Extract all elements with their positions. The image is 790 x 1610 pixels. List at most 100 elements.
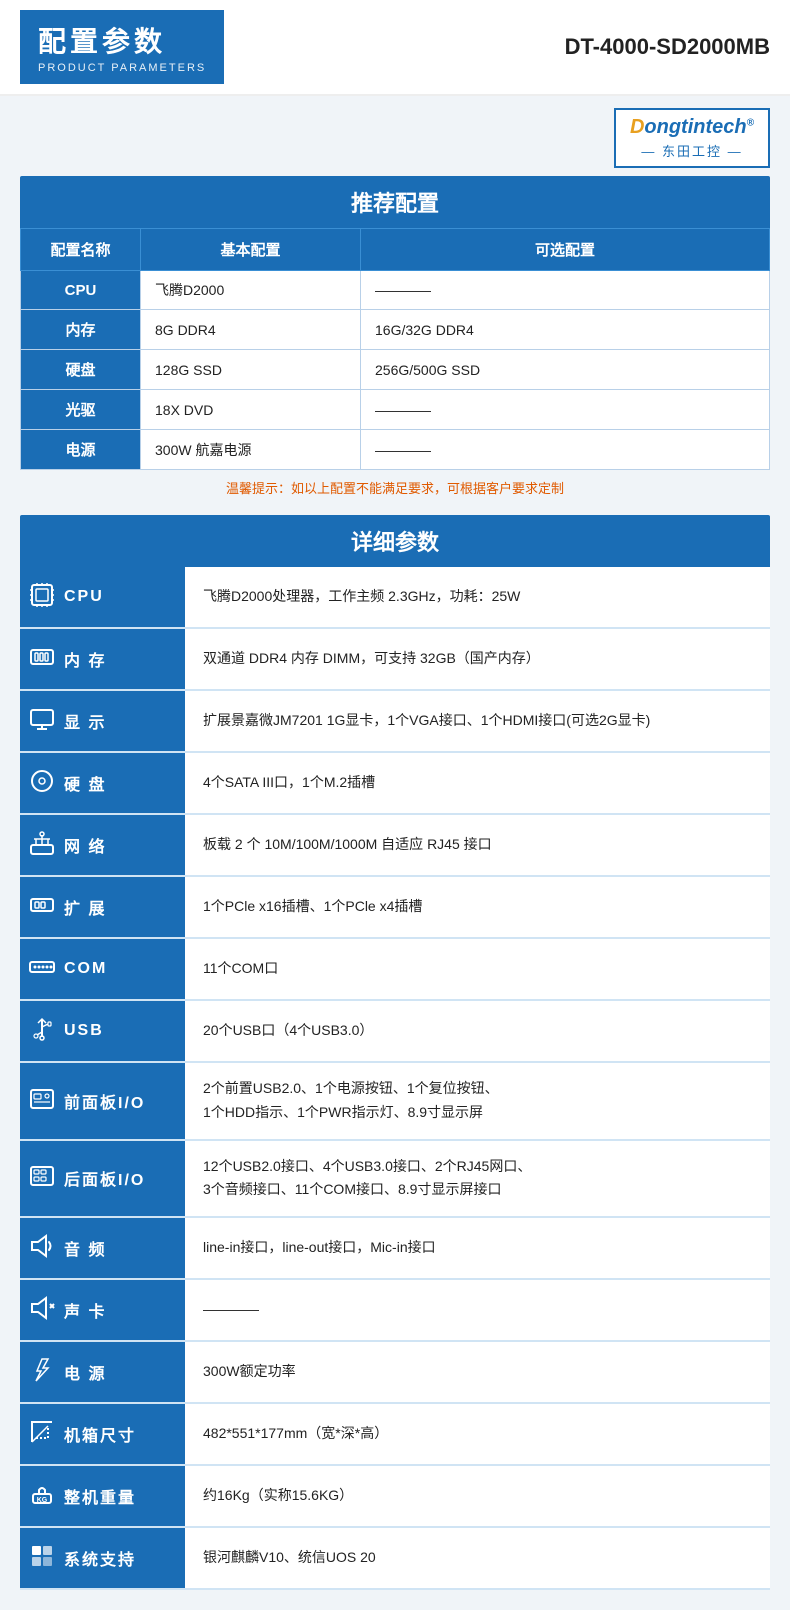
detail-icon <box>28 1162 56 1194</box>
rec-optional: 16G/32G DDR4 <box>361 310 770 350</box>
detail-value: line-in接口，line-out接口，Mic-in接口 <box>185 1217 770 1279</box>
detail-row: CPU 飞腾D2000处理器，工作主频 2.3GHz，功耗：25W <box>20 567 770 628</box>
detail-label-text: 前面板I/O <box>64 1089 145 1113</box>
detail-row: KG 整机重量 约16Kg（实称15.6KG） <box>20 1465 770 1527</box>
detail-value: 1个PCle x16插槽、1个PCle x4插槽 <box>185 876 770 938</box>
col-basic: 基本配置 <box>141 229 361 271</box>
detail-label-cell: CPU <box>20 567 185 628</box>
detail-row: 内 存 双通道 DDR4 内存 DIMM，可支持 32GB（国产内存） <box>20 628 770 690</box>
detail-label-text: 扩 展 <box>64 895 106 919</box>
detail-label-cell: 显 示 <box>20 690 185 752</box>
detail-row: 音 频 line-in接口，line-out接口，Mic-in接口 <box>20 1217 770 1279</box>
rec-label: 内存 <box>21 310 141 350</box>
detail-value: 2个前置USB2.0、1个电源按钮、1个复位按钮、1个HDD指示、1个PWR指示… <box>185 1062 770 1140</box>
detail-label-text: 系统支持 <box>64 1546 136 1570</box>
product-id: DT-4000-SD2000MB <box>565 34 770 60</box>
detail-label-cell: 扩 展 <box>20 876 185 938</box>
detail-row: USB 20个USB口（4个USB3.0） <box>20 1000 770 1062</box>
detail-icon <box>28 705 56 737</box>
rec-optional: ———— <box>361 390 770 430</box>
rec-optional: 256G/500G SSD <box>361 350 770 390</box>
detail-label-cell: 网 络 <box>20 814 185 876</box>
detail-icon <box>28 1294 56 1326</box>
rec-basic: 飞腾D2000 <box>141 271 361 310</box>
detail-value: 飞腾D2000处理器，工作主频 2.3GHz，功耗：25W <box>185 567 770 628</box>
recommended-title: 推荐配置 <box>20 176 770 228</box>
rec-optional: ———— <box>361 271 770 310</box>
rec-label: CPU <box>21 271 141 310</box>
detail-title: 详细参数 <box>20 515 770 567</box>
detail-icon <box>28 643 56 675</box>
detail-label-text: 整机重量 <box>64 1484 136 1508</box>
detail-label-text: 内 存 <box>64 647 106 671</box>
detail-label-text: CPU <box>64 588 104 606</box>
detail-value: 12个USB2.0接口、4个USB3.0接口、2个RJ45网口、3个音频接口、1… <box>185 1140 770 1218</box>
logo-sub: — 东田工控 — <box>641 141 742 160</box>
detail-value: 11个COM口 <box>185 938 770 1000</box>
detail-label-cell: 硬 盘 <box>20 752 185 814</box>
detail-value: ———— <box>185 1279 770 1341</box>
detail-row: 网 络 板载 2 个 10M/100M/1000M 自适应 RJ45 接口 <box>20 814 770 876</box>
detail-icon <box>28 581 56 613</box>
detail-value: 双通道 DDR4 内存 DIMM，可支持 32GB（国产内存） <box>185 628 770 690</box>
detail-value: 482*551*177mm（宽*深*高） <box>185 1403 770 1465</box>
detail-table: CPU 飞腾D2000处理器，工作主频 2.3GHz，功耗：25W 内 存 双通… <box>20 567 770 1590</box>
detail-section: 详细参数 CPU 飞腾D2000处理器，工作主频 2.3GHz，功耗：25W 内… <box>20 515 770 1590</box>
rec-label: 电源 <box>21 430 141 470</box>
detail-label-text: COM <box>64 960 107 978</box>
logo-d: D <box>630 116 644 138</box>
detail-value: 扩展景嘉微JM7201 1G显卡，1个VGA接口、1个HDMI接口(可选2G显卡… <box>185 690 770 752</box>
detail-row: 硬 盘 4个SATA III口，1个M.2插槽 <box>20 752 770 814</box>
rec-optional: ———— <box>361 430 770 470</box>
rec-basic: 128G SSD <box>141 350 361 390</box>
detail-row: 显 示 扩展景嘉微JM7201 1G显卡，1个VGA接口、1个HDMI接口(可选… <box>20 690 770 752</box>
detail-label-text: 后面板I/O <box>64 1166 145 1190</box>
detail-label-cell: 音 频 <box>20 1217 185 1279</box>
detail-row: 机箱尺寸 482*551*177mm（宽*深*高） <box>20 1403 770 1465</box>
svg-text:KG: KG <box>37 1497 48 1504</box>
detail-icon <box>28 1232 56 1264</box>
detail-row: 前面板I/O 2个前置USB2.0、1个电源按钮、1个复位按钮、1个HDD指示、… <box>20 1062 770 1140</box>
detail-row: 系统支持 银河麒麟V10、统信UOS 20 <box>20 1527 770 1589</box>
recommended-row: CPU 飞腾D2000 ———— <box>21 271 770 310</box>
detail-label-text: USB <box>64 1022 104 1040</box>
detail-value: 4个SATA III口，1个M.2插槽 <box>185 752 770 814</box>
recommended-row: 内存 8G DDR4 16G/32G DDR4 <box>21 310 770 350</box>
rec-label: 光驱 <box>21 390 141 430</box>
detail-label-cell: KG 整机重量 <box>20 1465 185 1527</box>
detail-label-text: 网 络 <box>64 833 106 857</box>
logo-brand: Dongtintech® <box>630 116 754 139</box>
detail-row: 电 源 300W额定功率 <box>20 1341 770 1403</box>
detail-icon <box>28 891 56 923</box>
logo-box: Dongtintech® — 东田工控 — <box>614 108 770 168</box>
detail-value: 20个USB口（4个USB3.0） <box>185 1000 770 1062</box>
detail-label-cell: 前面板I/O <box>20 1062 185 1140</box>
detail-value: 板载 2 个 10M/100M/1000M 自适应 RJ45 接口 <box>185 814 770 876</box>
logo-rest: ongtintech® <box>644 116 754 138</box>
detail-icon <box>28 829 56 861</box>
detail-row: COM 11个COM口 <box>20 938 770 1000</box>
logo-section: Dongtintech® — 东田工控 — <box>0 96 790 176</box>
recommended-section: 推荐配置 配置名称 基本配置 可选配置 CPU 飞腾D2000 ———— 内存 … <box>20 176 770 501</box>
rec-basic: 300W 航嘉电源 <box>141 430 361 470</box>
header-title-en: PRODUCT PARAMETERS <box>38 62 206 74</box>
detail-icon <box>28 1085 56 1117</box>
rec-basic: 8G DDR4 <box>141 310 361 350</box>
tip-text: 温馨提示：如以上配置不能满足要求，可根据客户要求定制 <box>20 470 770 501</box>
detail-value: 300W额定功率 <box>185 1341 770 1403</box>
detail-label-cell: 系统支持 <box>20 1527 185 1589</box>
detail-value: 约16Kg（实称15.6KG） <box>185 1465 770 1527</box>
detail-row: 扩 展 1个PCle x16插槽、1个PCle x4插槽 <box>20 876 770 938</box>
detail-label-cell: 声 卡 <box>20 1279 185 1341</box>
col-name: 配置名称 <box>21 229 141 271</box>
detail-label-text: 音 频 <box>64 1236 106 1260</box>
detail-label-text: 声 卡 <box>64 1298 106 1322</box>
recommended-row: 光驱 18X DVD ———— <box>21 390 770 430</box>
detail-label-cell: 机箱尺寸 <box>20 1403 185 1465</box>
rec-basic: 18X DVD <box>141 390 361 430</box>
detail-icon <box>28 1015 56 1047</box>
header-product-id-block: DT-4000-SD2000MB <box>565 34 770 60</box>
detail-row: 声 卡 ———— <box>20 1279 770 1341</box>
detail-icon <box>28 767 56 799</box>
detail-icon <box>28 1542 56 1574</box>
